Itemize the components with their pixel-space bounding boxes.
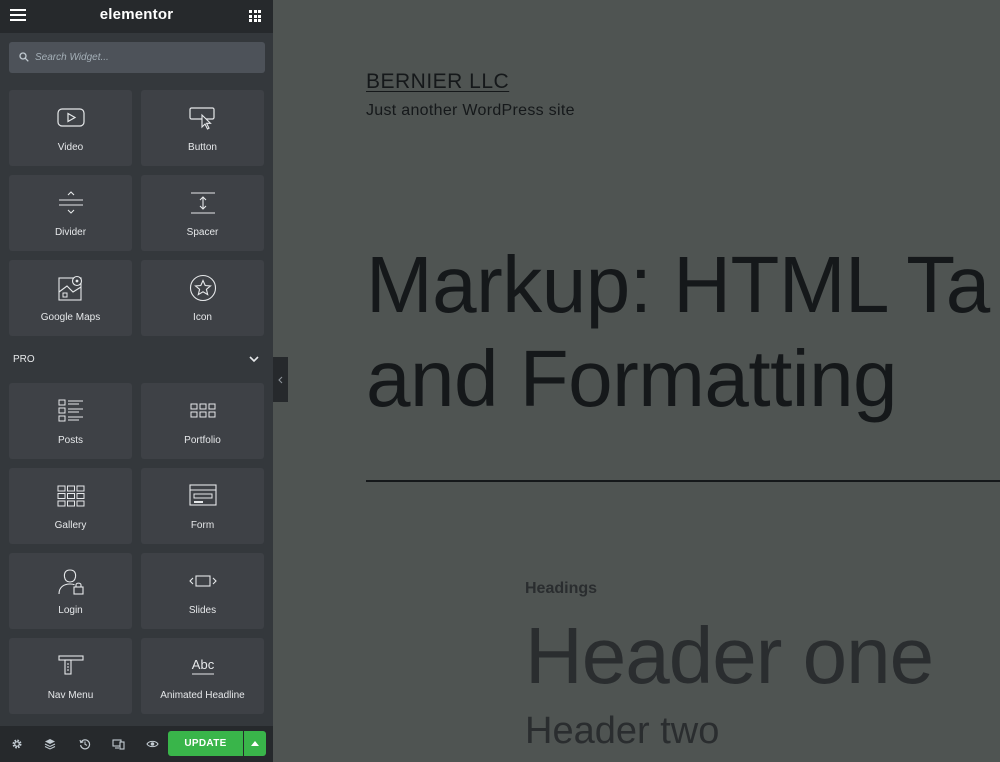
widget-label: Slides	[188, 605, 217, 616]
heading-two: Header two	[525, 710, 720, 752]
animated-headline-icon: Abc	[191, 657, 214, 675]
widget-label: Gallery	[54, 520, 87, 531]
widget-posts[interactable]: Posts	[9, 383, 132, 459]
widget-portfolio[interactable]: Portfolio	[141, 383, 264, 459]
widget-nav-menu[interactable]: Nav Menu	[9, 638, 132, 714]
portfolio-icon	[190, 403, 215, 418]
user-lock-icon	[57, 569, 84, 595]
widget-label: Video	[57, 142, 84, 153]
nav-menu-icon	[57, 655, 84, 675]
widget-label: Nav Menu	[47, 690, 94, 701]
elementor-panel: elementor Video Button Divider Spacer Go…	[0, 0, 273, 762]
widget-google-maps[interactable]: Google Maps	[9, 260, 132, 336]
responsive-mode-icon[interactable]	[111, 737, 125, 751]
widget-divider[interactable]: Divider	[9, 175, 132, 251]
gallery-icon	[57, 485, 84, 507]
section-label: Headings	[525, 580, 598, 597]
map-icon	[57, 275, 82, 301]
post-title-line: and Formatting	[366, 334, 898, 423]
widget-spacer[interactable]: Spacer	[141, 175, 264, 251]
collapse-panel-toggle[interactable]	[273, 357, 288, 402]
widget-form[interactable]: Form	[141, 468, 264, 544]
settings-icon[interactable]	[10, 737, 24, 751]
widget-label: Form	[190, 520, 215, 531]
elementor-logo: elementor	[99, 6, 174, 23]
widget-login[interactable]: Login	[9, 553, 132, 629]
caret-up-icon	[251, 741, 259, 746]
widget-video[interactable]: Video	[9, 90, 132, 166]
site-title-link[interactable]: BERNIER LLC	[366, 70, 509, 94]
video-icon	[56, 108, 85, 127]
widget-label: Icon	[193, 312, 212, 323]
widget-label: Divider	[54, 227, 87, 238]
chevron-left-icon	[278, 376, 283, 383]
content-divider	[366, 480, 1000, 482]
update-button[interactable]: UPDATE	[168, 731, 243, 756]
widget-animated-headline[interactable]: Abc Animated Headline	[141, 638, 264, 714]
update-options-button[interactable]	[244, 731, 266, 756]
form-icon	[188, 484, 217, 506]
preview-eye-icon[interactable]	[145, 737, 159, 751]
svg-text:Abc: Abc	[191, 657, 214, 672]
post-title: Markup: HTML Ta and Formatting	[366, 238, 990, 426]
posts-icon	[58, 399, 83, 422]
chevron-down-icon	[249, 356, 259, 363]
widget-label: Animated Headline	[160, 690, 245, 701]
widget-label: Posts	[57, 435, 83, 446]
widget-gallery[interactable]: Gallery	[9, 468, 132, 544]
star-icon	[189, 274, 216, 302]
widget-label: Login	[58, 605, 83, 616]
heading-one: Header one	[525, 611, 934, 700]
search-widget-input[interactable]	[35, 42, 255, 73]
widget-slides[interactable]: Slides	[141, 553, 264, 629]
widget-label: Button	[188, 142, 217, 153]
slides-icon	[188, 575, 217, 587]
layers-icon[interactable]	[43, 737, 57, 751]
panel-header: elementor	[0, 0, 273, 33]
post-title-line: Markup: HTML Ta	[366, 240, 990, 329]
widget-button[interactable]: Button	[141, 90, 264, 166]
divider-icon	[58, 191, 83, 214]
widget-icon[interactable]: Icon	[141, 260, 264, 336]
widget-label: Spacer	[186, 227, 219, 238]
search-icon	[19, 52, 29, 62]
widget-label: Google Maps	[40, 312, 101, 323]
widgets-grid-icon[interactable]	[249, 10, 261, 22]
pro-section-toggle[interactable]: PRO	[0, 349, 273, 371]
widget-label: Portfolio	[184, 435, 221, 446]
spacer-icon	[190, 192, 215, 214]
history-icon[interactable]	[78, 737, 92, 751]
site-tagline: Just another WordPress site	[366, 102, 575, 119]
button-icon	[188, 107, 215, 130]
search-widget-box	[9, 42, 265, 73]
pro-section-label: PRO	[13, 354, 35, 365]
